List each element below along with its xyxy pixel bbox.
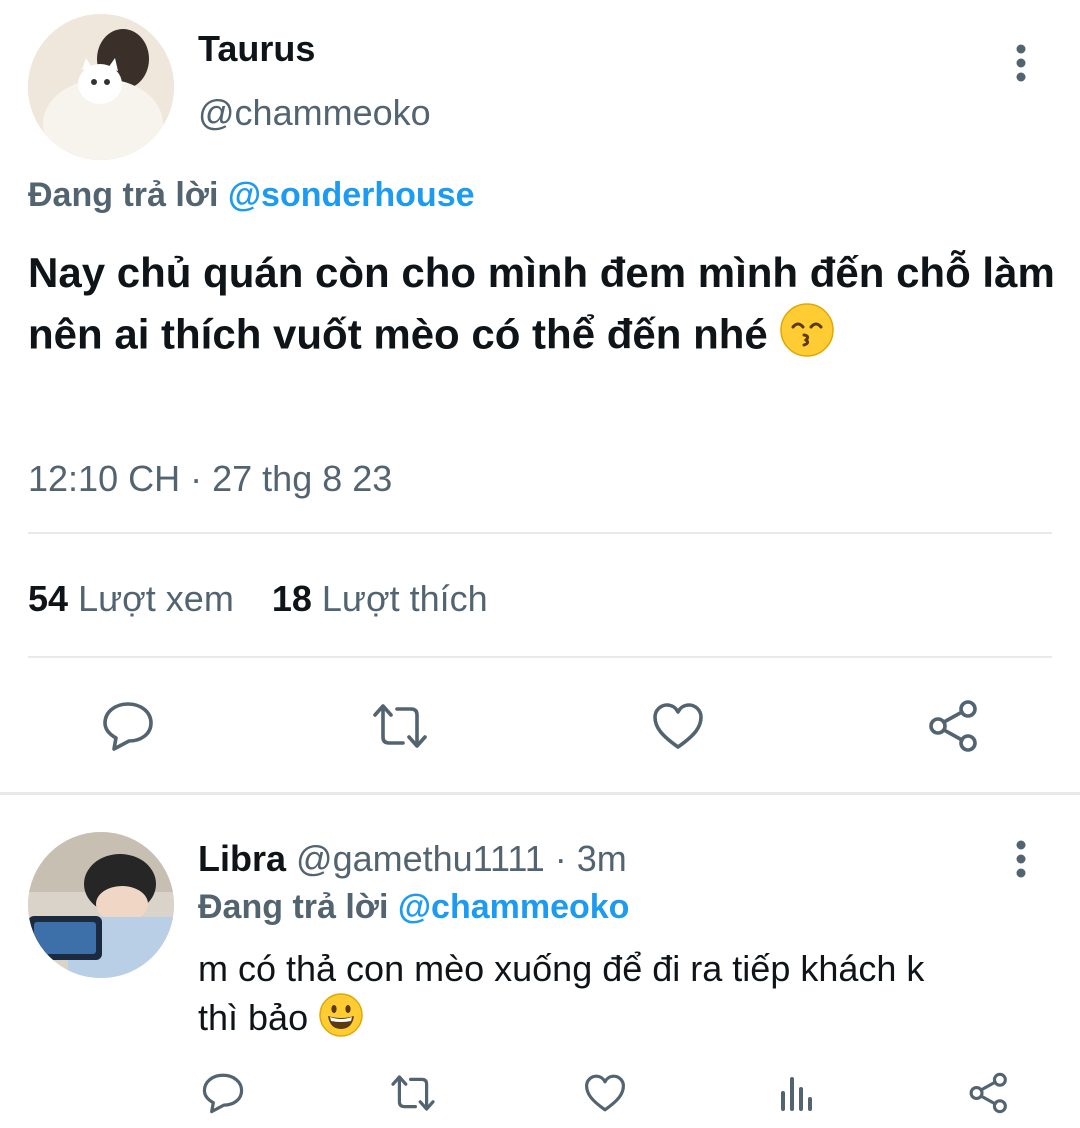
share-icon [969,1072,1007,1114]
heart-icon [585,1074,625,1112]
reply-like-button[interactable] [578,1066,632,1120]
reply-replying-to-prefix: Đang trả lời [198,888,389,926]
share-button[interactable] [922,694,986,758]
reply-button[interactable] [96,694,160,758]
reply-more-button[interactable] [996,834,1046,884]
reply-author-name[interactable]: Libra [198,838,286,879]
tweet-stats: 54 Lượt xem 18 Lượt thích [28,578,488,620]
heart-icon [653,703,703,749]
section-separator [0,792,1080,795]
divider [28,656,1052,658]
timestamp-separator: · [190,458,203,499]
reply-header: Libra @gamethu1111 · 3m [198,838,627,880]
views-count: 54 [28,578,69,619]
kissing-face-emoji-icon [779,302,835,373]
reply-text-line1: m có thả con mèo xuống để đi ra tiếp khá… [198,948,925,989]
reply-text-line2-wrap: thì bảo [198,992,1058,1049]
tweet-text-body: Nay chủ quán còn cho mình đem mình đến c… [28,249,1055,358]
share-icon [929,700,977,752]
comment-icon [103,702,153,751]
grinning-face-emoji-icon [318,992,364,1049]
reply-text-line2: thì bảo [198,997,309,1039]
reply-replying-to-handle-link[interactable]: @chammeoko [398,888,630,926]
tweet-text: Nay chủ quán còn cho mình đem mình đến c… [28,244,1068,373]
like-button[interactable] [646,694,710,758]
reply-time[interactable]: · 3m [555,838,627,879]
retweet-button[interactable] [368,694,432,758]
replying-to-handle-link[interactable]: @sonderhouse [228,176,475,214]
retweet-icon [391,1075,435,1111]
author-avatar[interactable] [28,14,174,160]
reply-retweet-button[interactable] [384,1066,442,1120]
likes-count: 18 [271,578,312,619]
views-label: Lượt xem [78,578,234,619]
retweet-icon [373,704,427,748]
comment-icon [202,1073,244,1114]
tweet-date: 27 thg 8 23 [212,458,393,499]
replying-to-line: Đang trả lời @sonderhouse [28,176,475,215]
more-vertical-icon [1016,44,1026,82]
reply-author-handle[interactable]: @gamethu1111 [296,838,545,879]
reply-text: m có thả con mèo xuống để đi ra tiếp khá… [198,946,1058,1049]
tweet-more-button[interactable] [996,38,1046,88]
likes-stat[interactable]: 18 Lượt thích [272,578,488,619]
reply-views-button[interactable] [770,1066,824,1120]
divider [28,532,1052,534]
more-vertical-icon [1016,840,1026,878]
replying-to-prefix: Đang trả lời [28,176,219,214]
reply-share-button[interactable] [962,1066,1016,1120]
tweet-time: 12:10 CH [28,458,181,499]
views-stat[interactable]: 54 Lượt xem [28,578,244,619]
reply-author-avatar[interactable] [28,832,174,978]
author-name[interactable]: Taurus [198,28,315,70]
tweet-timestamp[interactable]: 12:10 CH · 27 thg 8 23 [28,458,392,500]
author-handle[interactable]: @chammeoko [198,92,431,134]
likes-label: Lượt thích [321,578,488,619]
reply-reply-button[interactable] [196,1066,250,1120]
analytics-icon [781,1077,812,1111]
reply-replying-to-line: Đang trả lời @chammeoko [198,888,629,927]
